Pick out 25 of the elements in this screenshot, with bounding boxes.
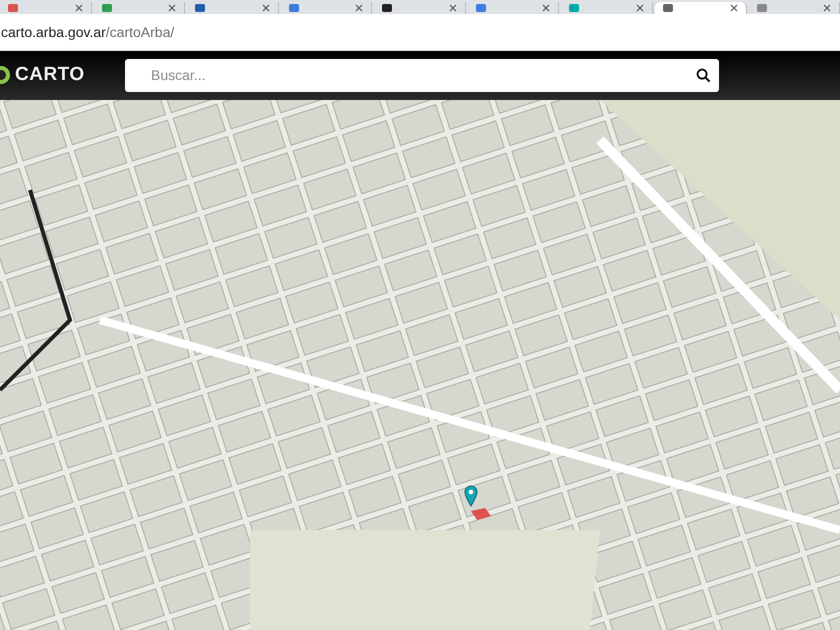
search-field[interactable]: Buscar... xyxy=(125,58,719,92)
favicon-icon xyxy=(288,4,299,12)
favicon-icon xyxy=(195,4,206,12)
favicon-icon xyxy=(569,4,580,12)
close-icon[interactable] xyxy=(636,4,644,12)
favicon-icon xyxy=(382,4,392,12)
favicon-icon xyxy=(756,4,766,12)
search-icon[interactable] xyxy=(696,68,711,83)
favicon-icon xyxy=(662,4,673,12)
close-icon[interactable] xyxy=(355,4,364,12)
close-icon[interactable] xyxy=(542,4,550,12)
favicon-icon xyxy=(476,4,486,12)
close-icon[interactable] xyxy=(448,4,457,12)
parcel-marker-icon xyxy=(470,507,492,521)
close-icon[interactable] xyxy=(74,4,83,12)
close-icon[interactable] xyxy=(730,4,738,12)
browser-tab[interactable] xyxy=(654,2,746,14)
favicon-icon xyxy=(102,4,112,12)
map-pin-icon[interactable] xyxy=(464,485,478,507)
close-icon[interactable] xyxy=(823,4,832,12)
address-url[interactable]: carto.arba.gov.ar/cartoArba/ xyxy=(1,24,174,40)
close-icon[interactable] xyxy=(262,4,270,12)
close-icon[interactable] xyxy=(168,4,176,12)
favicon-icon xyxy=(8,4,18,12)
carto-logo: CARTO xyxy=(0,64,125,86)
